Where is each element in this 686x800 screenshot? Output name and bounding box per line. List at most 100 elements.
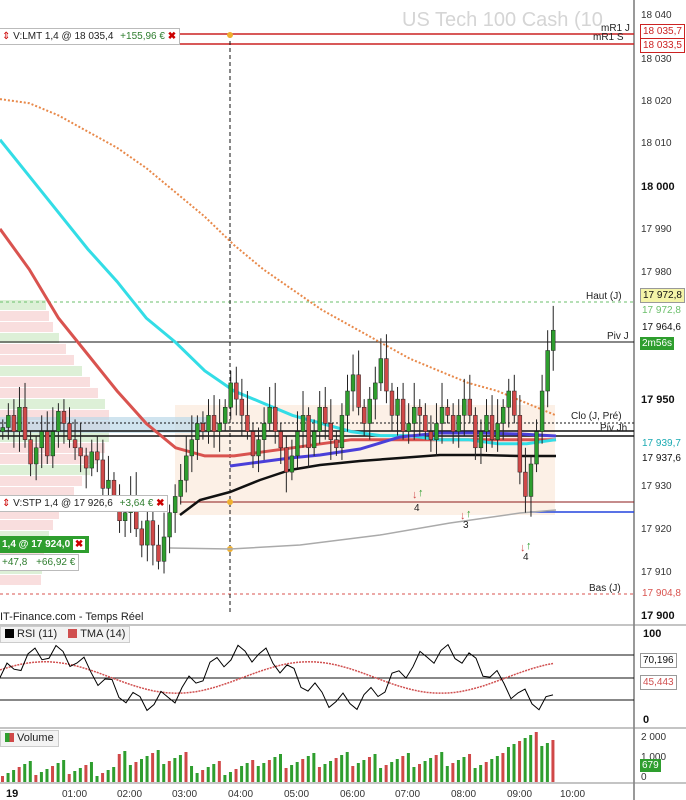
- volume-bar: [490, 759, 494, 782]
- volume-bar: [51, 766, 55, 782]
- candle-body: [373, 382, 378, 400]
- price-tick: 18 020: [641, 96, 672, 107]
- candle-body: [39, 431, 44, 449]
- volume-bar: [473, 768, 477, 782]
- candle-body: [462, 398, 467, 416]
- time-tick: 04:00: [228, 789, 253, 800]
- candle-body: [195, 423, 200, 440]
- candle-body: [417, 406, 422, 416]
- profile-bar: [0, 366, 82, 376]
- profile-bar: [0, 476, 82, 486]
- level-label-haut: Haut (J): [586, 291, 622, 302]
- candle-body: [250, 431, 256, 457]
- order-stp-box[interactable]: ⇕ V:STP 1,4 @ 17 926,6 +3,64 € ✖: [0, 495, 169, 512]
- volume-bar: [384, 765, 388, 782]
- candle-body: [6, 415, 11, 428]
- tma-value: 45,443: [640, 675, 677, 690]
- candle-body: [239, 398, 245, 416]
- time-tick: 01:00: [62, 789, 87, 800]
- candle-body: [234, 382, 239, 400]
- candle-body: [534, 431, 539, 465]
- candle-body: [61, 411, 67, 424]
- candle-body: [67, 423, 72, 440]
- volume-bar: [245, 763, 249, 782]
- volume-bar: [323, 764, 327, 782]
- candle-body: [106, 479, 111, 489]
- position-close-icon[interactable]: ✖: [72, 539, 86, 550]
- signal-up-arrow: ↑: [418, 487, 424, 499]
- profile-bar: [0, 311, 49, 321]
- volume-bar: [134, 762, 138, 782]
- order-lmt-close-icon[interactable]: ⇕: [2, 31, 10, 42]
- order-lmt-cancel-icon[interactable]: ✖: [168, 31, 176, 42]
- volume-bar: [334, 758, 338, 782]
- volume-bar: [418, 764, 421, 782]
- order-stp-text: V:STP 1,4 @ 17 926,6: [13, 498, 113, 509]
- volume-bar: [228, 772, 232, 782]
- volume-legend[interactable]: Volume: [0, 730, 59, 747]
- candle-body: [551, 329, 556, 351]
- candle-body: [206, 415, 211, 432]
- crosshair-dot-top: [227, 32, 233, 38]
- volume-value: 679: [640, 759, 661, 772]
- signal-count: 4: [523, 552, 529, 563]
- volume-bar: [273, 757, 277, 782]
- candle-body: [273, 406, 278, 432]
- volume-bar: [495, 756, 499, 782]
- candle-body: [156, 544, 161, 562]
- volume-bar: [190, 766, 194, 782]
- volume-bar: [262, 763, 266, 782]
- candle-body: [217, 423, 222, 432]
- candle-body: [139, 528, 144, 546]
- vol-axis-2000: 2 000: [641, 732, 666, 743]
- volume-bar: [67, 774, 71, 782]
- candle-body: [478, 431, 484, 449]
- candle-body: [33, 447, 39, 465]
- volume-bar: [540, 746, 544, 782]
- candle-body: [434, 423, 439, 440]
- time-tick: 03:00: [172, 789, 197, 800]
- rsi-legend[interactable]: RSI (11) TMA (14): [0, 626, 131, 643]
- candle-body: [45, 431, 50, 457]
- price-tick-bold: 17 950: [641, 394, 675, 406]
- order-lmt-box[interactable]: ⇕ V:LMT 1,4 @ 18 035,4 +155,96 € ✖: [0, 28, 181, 45]
- volume-bar: [23, 764, 27, 782]
- order-stp-close-icon[interactable]: ⇕: [2, 498, 10, 509]
- candle-body: [361, 406, 367, 424]
- volume-bar: [468, 754, 472, 782]
- price-plot-area: [0, 0, 634, 612]
- volume-bar: [534, 732, 538, 782]
- candle-body: [284, 447, 289, 473]
- order-stp-cancel-icon[interactable]: ✖: [156, 498, 164, 509]
- volume-bar: [1, 776, 4, 782]
- volume-bar: [529, 735, 533, 782]
- volume-bar: [301, 759, 305, 782]
- position-box[interactable]: 1,4 @ 17 924,0 ✖: [0, 536, 90, 553]
- time-tick: 19: [6, 788, 18, 800]
- time-tick: 06:00: [340, 789, 365, 800]
- volume-bar: [479, 765, 483, 782]
- volume-swatch: [5, 733, 14, 742]
- volume-bar: [56, 763, 60, 782]
- candle-body: [545, 350, 550, 392]
- volume-bar: [156, 750, 160, 782]
- price-tag-haut: 17 972,8: [640, 304, 683, 317]
- time-tick: 09:00: [507, 789, 532, 800]
- chart-canvas: US Tech 100 Cash (10 ↓ ↑ 4 ↓ ↑ 3 ↓ ↑ 4 m…: [0, 0, 686, 800]
- candle-body: [484, 415, 489, 432]
- candle-body: [178, 479, 183, 497]
- price-tag-last: 17 972,8: [640, 288, 685, 303]
- rsi-axis-100: 100: [643, 628, 661, 640]
- volume-bar: [178, 755, 182, 782]
- price-tag-937: 17 937,6: [640, 452, 683, 465]
- price-tag-bas: 17 904,8: [640, 587, 683, 600]
- volume-legend-label: Volume: [17, 732, 54, 744]
- candle-body: [95, 451, 100, 461]
- volume-bar: [329, 761, 333, 782]
- volume-bar: [28, 761, 32, 782]
- volume-bar: [267, 760, 271, 782]
- volume-bar: [317, 767, 321, 782]
- candle-body: [161, 536, 167, 562]
- volume-bar: [84, 765, 88, 782]
- candle-body: [328, 423, 334, 440]
